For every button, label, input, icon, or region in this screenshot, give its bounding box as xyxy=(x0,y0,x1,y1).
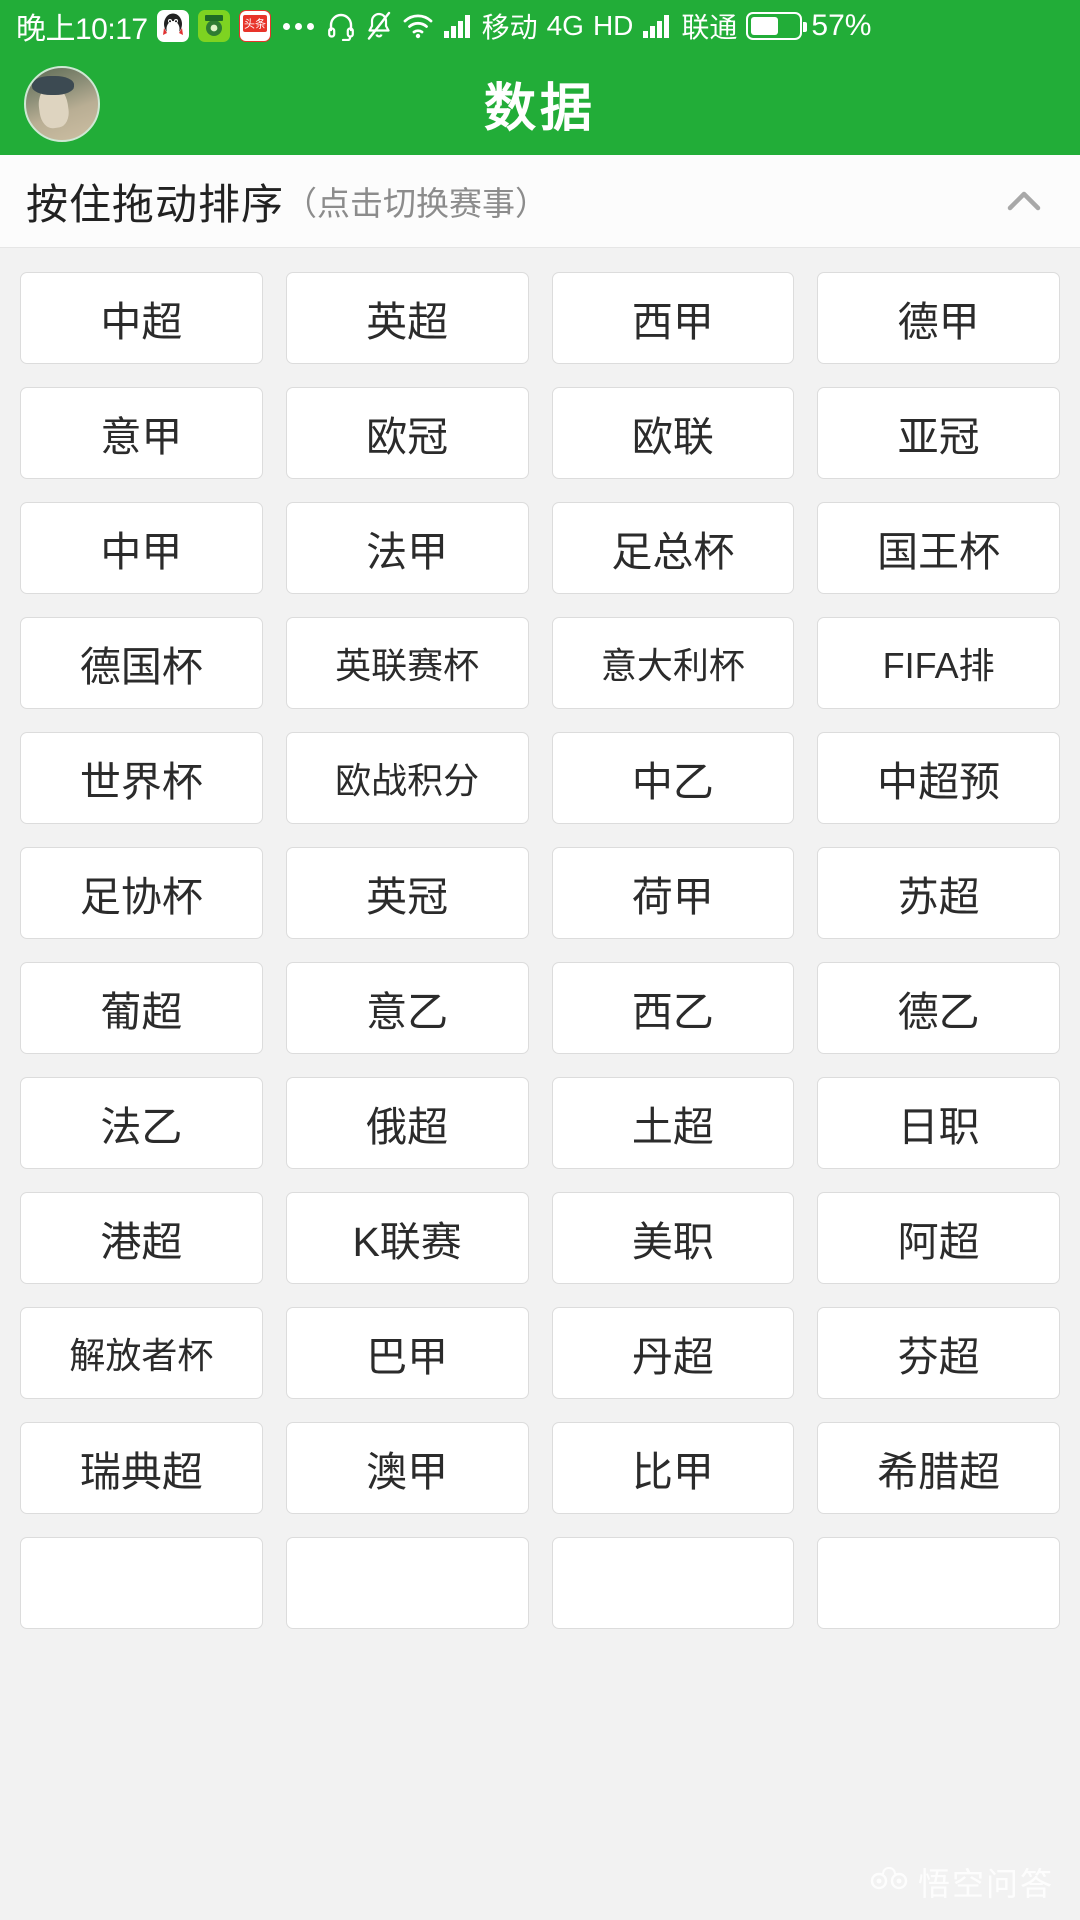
competition-cell[interactable]: 巴甲 xyxy=(285,1307,529,1399)
battery-percent-label: 57% xyxy=(811,9,872,42)
more-icons-indicator xyxy=(280,22,317,30)
competition-grid-container: 中超 英超 西甲 德甲意甲 欧冠 欧联 亚冠中甲 法甲 足总杯 国王杯德国杯 英联赛杯 意大利杯 FIF… xyxy=(0,248,1080,1919)
competition-cell[interactable]: 美职 xyxy=(551,1192,795,1284)
competition-cell[interactable]: 葡超 xyxy=(20,962,263,1054)
competition-cell[interactable]: 英冠 xyxy=(285,847,529,939)
competition-cell[interactable]: 西甲 xyxy=(551,272,795,364)
competition-cell[interactable]: 比甲 xyxy=(551,1422,795,1514)
green-app-icon xyxy=(197,10,230,42)
competition-cell[interactable]: 瑞典超 xyxy=(20,1422,263,1514)
competition-cell[interactable]: 欧冠 xyxy=(285,387,529,479)
competition-cell[interactable]: 澳甲 xyxy=(285,1422,529,1514)
sort-hint-main-label: 按住拖动排序 xyxy=(26,180,285,228)
competition-cell[interactable]: 法甲 xyxy=(285,502,529,594)
competition-cell[interactable]: 芬超 xyxy=(817,1307,1060,1399)
status-bar: 晚上10:17 头条 移动 4G HD 联通 57% xyxy=(0,0,1080,52)
toutiao-icon: 头条 xyxy=(238,10,271,42)
competition-cell[interactable]: 希腊超 xyxy=(817,1422,1060,1514)
competition-cell[interactable]: 欧战积分 xyxy=(285,732,529,824)
page-title: 数据 xyxy=(483,80,596,138)
bell-muted-icon xyxy=(365,11,393,41)
wifi-icon xyxy=(402,13,434,39)
qq-icon xyxy=(156,10,189,42)
user-avatar[interactable] xyxy=(24,65,100,142)
status-time: 晚上10:17 xyxy=(16,13,148,46)
competition-cell[interactable]: 法乙 xyxy=(20,1077,263,1169)
watermark: 悟空问答 xyxy=(870,1859,1054,1905)
competition-cell[interactable]: 土超 xyxy=(551,1077,795,1169)
signal-bars-icon-2 xyxy=(642,13,672,39)
competition-cell[interactable]: 阿超 xyxy=(817,1192,1060,1284)
competition-cell[interactable]: 港超 xyxy=(20,1192,263,1284)
competition-cell[interactable]: 苏超 xyxy=(817,847,1060,939)
competition-cell[interactable]: 意甲 xyxy=(20,387,263,479)
competition-cell-empty[interactable] xyxy=(551,1537,795,1629)
sort-hint-sub-label: （点击切换赛事） xyxy=(284,185,549,222)
competition-cell[interactable]: 亚冠 xyxy=(817,387,1060,479)
svg-text:头条: 头条 xyxy=(244,17,266,31)
competition-cell[interactable]: 英超 xyxy=(285,272,529,364)
chevron-up-icon[interactable] xyxy=(996,173,1052,229)
competition-cell[interactable]: 德国杯 xyxy=(20,617,263,709)
competition-cell[interactable]: K联赛 xyxy=(285,1192,529,1284)
battery-icon xyxy=(746,12,808,40)
carrier-label-1: 移动 xyxy=(481,12,538,43)
headset-icon xyxy=(326,11,356,41)
competition-cell[interactable]: 世界杯 xyxy=(20,732,263,824)
competition-cell[interactable]: 欧联 xyxy=(551,387,795,479)
competition-cell[interactable]: 意大利杯 xyxy=(551,617,795,709)
hd-label: HD xyxy=(592,10,634,41)
competition-cell[interactable]: 中超 xyxy=(20,272,263,364)
competition-cell[interactable]: 丹超 xyxy=(551,1307,795,1399)
competition-cell[interactable]: 中乙 xyxy=(551,732,795,824)
app-header: 数据 xyxy=(0,52,1080,155)
network-type-label: 4G xyxy=(546,10,584,41)
competition-cell-empty[interactable] xyxy=(285,1537,529,1629)
watermark-logo-icon xyxy=(870,1866,908,1898)
sort-hint-bar[interactable]: 按住拖动排序 （点击切换赛事） xyxy=(0,155,1080,248)
competition-cell[interactable]: FIFA排 xyxy=(817,617,1060,709)
competition-cell[interactable]: 意乙 xyxy=(285,962,529,1054)
watermark-text: 悟空问答 xyxy=(917,1866,1054,1902)
competition-cell[interactable]: 解放者杯 xyxy=(20,1307,263,1399)
competition-cell[interactable]: 足总杯 xyxy=(551,502,795,594)
competition-cell-empty[interactable] xyxy=(20,1537,263,1629)
competition-cell[interactable]: 俄超 xyxy=(285,1077,529,1169)
competition-cell[interactable]: 德乙 xyxy=(817,962,1060,1054)
competition-cell-empty[interactable] xyxy=(817,1537,1060,1629)
competition-cell[interactable]: 德甲 xyxy=(817,272,1060,364)
competition-cell[interactable]: 西乙 xyxy=(551,962,795,1054)
competition-cell[interactable]: 荷甲 xyxy=(551,847,795,939)
competition-cell[interactable]: 足协杯 xyxy=(20,847,263,939)
competition-grid: 中超 英超 西甲 德甲意甲 欧冠 欧联 亚冠中甲 法甲 足总杯 国王杯德国杯 英联赛杯 意大利杯 FIF… xyxy=(20,272,1060,1629)
carrier-label-2: 联通 xyxy=(681,12,738,43)
competition-cell[interactable]: 国王杯 xyxy=(817,502,1060,594)
competition-cell[interactable]: 中甲 xyxy=(20,502,263,594)
competition-cell[interactable]: 英联赛杯 xyxy=(285,617,529,709)
competition-cell[interactable]: 日职 xyxy=(817,1077,1060,1169)
competition-cell[interactable]: 中超预 xyxy=(817,732,1060,824)
signal-bars-icon-1 xyxy=(443,13,473,39)
